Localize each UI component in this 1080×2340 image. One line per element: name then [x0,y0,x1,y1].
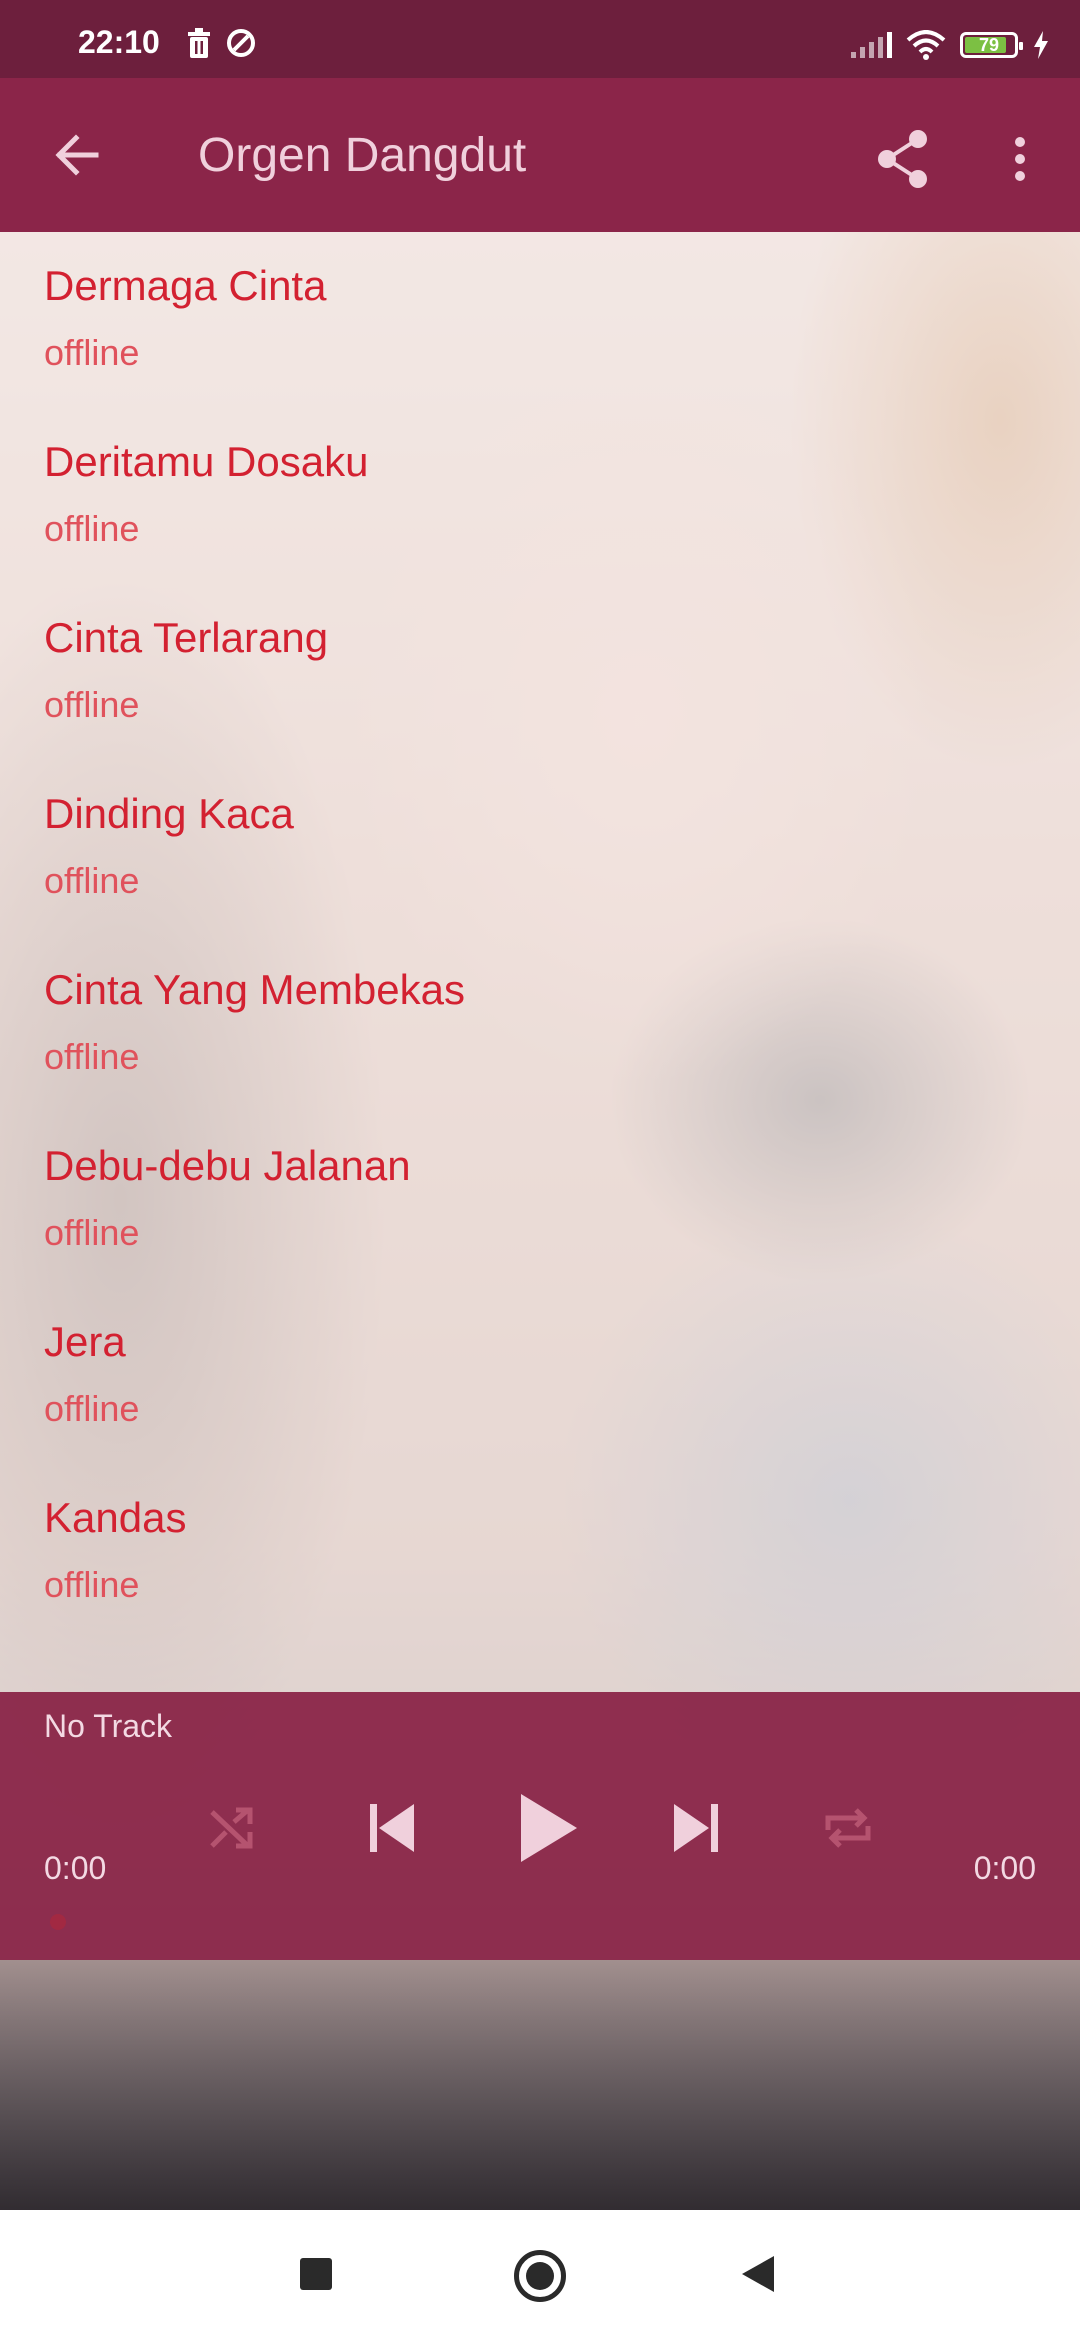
list-item[interactable]: Jera offline [0,1288,1080,1464]
wifi-icon [906,30,946,60]
song-title: Jera [44,1318,126,1365]
background-shadow [0,1960,1080,2210]
list-item[interactable]: Debu-debu Jalanan offline [0,1112,1080,1288]
back-button[interactable] [40,118,114,192]
next-button[interactable] [656,1788,736,1868]
notification-icons [186,28,256,58]
repeat-icon [825,1808,871,1848]
home-icon[interactable] [514,2250,566,2302]
page-title: Orgen Dangdut [198,129,527,182]
list-item[interactable]: Kandas offline [0,1464,1080,1640]
list-item[interactable]: Cinta Terlarang offline [0,584,1080,760]
play-button[interactable] [500,1788,590,1868]
list-item[interactable]: Deritamu Dosaku offline [0,408,1080,584]
song-title: Cinta Terlarang [44,614,329,661]
system-icons: 79 [851,30,1050,60]
more-vertical-icon [1015,137,1025,181]
song-status: offline [44,1036,140,1077]
share-icon [878,130,927,188]
song-title: Debu-debu Jalanan [44,1142,411,1189]
elapsed-time: 0:00 [44,1850,107,1886]
battery-icon: 79 [960,32,1023,58]
song-status: offline [44,508,140,549]
signal-icon [851,32,892,58]
song-title: Cinta Yang Membekas [44,966,466,1013]
song-title: Deritamu Dosaku [44,438,369,485]
total-time: 0:00 [973,1850,1036,1886]
trash-icon [188,28,210,58]
repeat-button[interactable] [812,1788,884,1868]
list-item[interactable]: Dermaga Cinta offline [0,232,1080,408]
song-status: offline [44,1212,140,1253]
more-options-button[interactable] [1000,122,1040,196]
charging-icon [1034,31,1048,59]
skip-previous-icon [370,1804,414,1852]
song-title: Dinding Kaca [44,790,294,837]
song-status: offline [44,684,140,725]
shuffle-icon [210,1807,253,1849]
skip-next-icon [674,1804,718,1852]
song-title: Kandas [44,1494,187,1541]
share-button[interactable] [866,122,940,196]
recent-apps-icon[interactable] [300,2258,332,2290]
previous-button[interactable] [352,1788,432,1868]
seek-thumb[interactable] [50,1914,66,1930]
shuffle-button[interactable] [196,1788,268,1868]
battery-level: 79 [978,34,1000,55]
music-player: No Track 0:00 0:00 [0,1692,1080,1960]
back-triangle-icon[interactable] [742,2256,774,2292]
song-status: offline [44,332,140,373]
navigation-bar [0,2210,1080,2340]
song-title: Dermaga Cinta [44,262,327,309]
song-status: offline [44,1388,140,1429]
arrow-left-icon [55,134,99,176]
status-time: 22:10 [78,24,160,60]
status-bar: 22:10 79 [0,0,1080,78]
app-bar: Orgen Dangdut [0,78,1080,232]
track-name: No Track [44,1708,173,1744]
play-icon [521,1794,577,1862]
at-sign-icon [227,29,255,57]
song-status: offline [44,1564,140,1605]
song-status: offline [44,860,140,901]
list-item[interactable]: Dinding Kaca offline [0,760,1080,936]
list-item[interactable]: Cinta Yang Membekas offline [0,936,1080,1112]
